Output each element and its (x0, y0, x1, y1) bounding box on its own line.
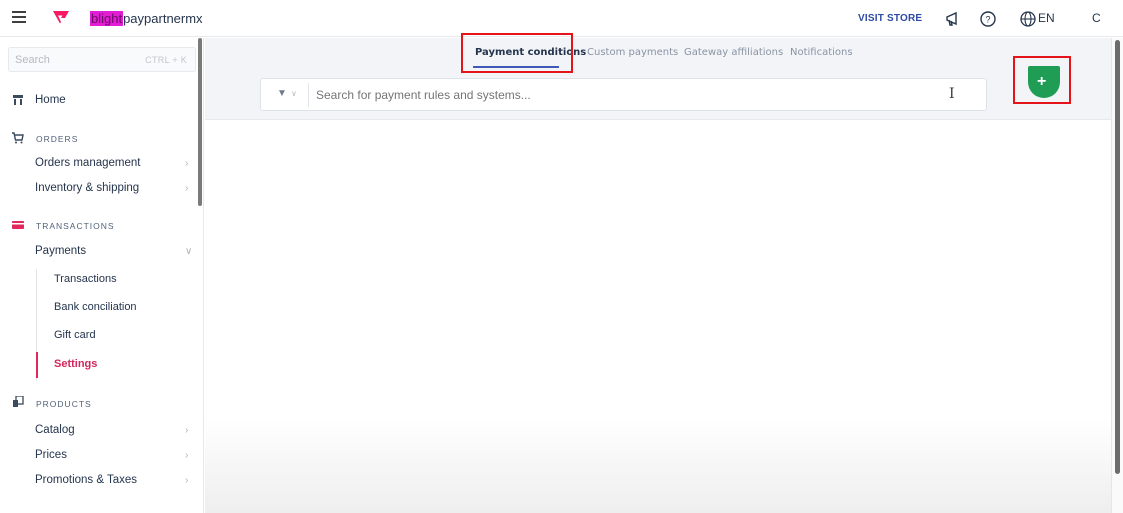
chevron-down-icon: ∨ (185, 246, 193, 257)
sidebar-subitem-gift-card[interactable]: Gift card (36, 323, 200, 349)
section-orders: ORDERS (36, 134, 79, 144)
globe-icon[interactable] (1019, 10, 1037, 28)
sidebar-subitem-transactions[interactable]: Transactions (36, 267, 200, 293)
search-shortcut: CTRL + K (145, 55, 187, 65)
search-placeholder: Search (15, 54, 50, 66)
sidebar-item-payments[interactable]: Payments ∨ (0, 241, 200, 263)
chevron-right-icon: › (185, 450, 189, 461)
tab-notifications[interactable]: Notifications (790, 47, 853, 58)
language-selector[interactable]: EN (1038, 11, 1055, 25)
account-highlight: blight (90, 11, 124, 26)
help-icon[interactable]: ? (979, 10, 997, 28)
page-scrollbar-thumb[interactable] (1115, 40, 1120, 474)
chevron-down-icon: ∨ (291, 89, 297, 98)
sidebar-item-catalog[interactable]: Catalog › (0, 420, 200, 442)
sidebar-item-inventory-shipping[interactable]: Inventory & shipping › (0, 178, 200, 200)
top-bar: blightpaypartnermx VISIT STORE ? EN C (0, 0, 1123, 37)
search-bar: ▼ ∨ (260, 78, 987, 111)
highlight-box-add (1013, 56, 1071, 104)
products-icon (13, 396, 24, 407)
text-cursor-icon: I (949, 86, 955, 102)
bottom-fade (205, 418, 1111, 513)
account-name: blightpaypartnermx (90, 11, 203, 26)
megaphone-icon[interactable] (944, 10, 962, 28)
filter-icon: ▼ (277, 88, 287, 99)
sidebar-item-label: Payments (35, 245, 87, 257)
sidebar-item-orders-management[interactable]: Orders management › (0, 153, 200, 175)
chevron-right-icon: › (185, 475, 189, 486)
payment-rules-search-input[interactable] (316, 88, 916, 102)
tab-gateway-affiliations[interactable]: Gateway affiliations (684, 47, 783, 58)
svg-text:?: ? (985, 15, 990, 25)
credit-card-icon (12, 221, 24, 229)
filter-dropdown-button[interactable]: ▼ ∨ (265, 83, 309, 107)
chevron-right-icon: › (185, 158, 189, 169)
hamburger-menu-icon[interactable] (12, 11, 26, 23)
sidebar-item-label: Prices (35, 449, 67, 461)
sidebar-subitem-label: Settings (54, 358, 98, 370)
visit-store-link[interactable]: VISIT STORE (858, 13, 922, 24)
cart-icon (12, 132, 24, 144)
tabs-header: Payment conditions Custom payments Gatew… (205, 33, 1111, 120)
sidebar-item-label: Home (35, 94, 66, 106)
sidebar-item-promotions-taxes[interactable]: Promotions & Taxes › (0, 470, 200, 492)
tab-custom-payments[interactable]: Custom payments (587, 47, 678, 58)
sidebar-subitem-bank-conciliation[interactable]: Bank conciliation (36, 295, 200, 321)
sidebar-subitem-label: Bank conciliation (54, 301, 137, 313)
chevron-right-icon: › (185, 183, 189, 194)
vtex-logo-icon (53, 11, 69, 24)
sidebar: Search CTRL + K Home ORDERS Orders manag… (0, 38, 204, 513)
user-avatar[interactable]: C (1092, 11, 1101, 25)
sidebar-subitem-label: Transactions (54, 273, 117, 285)
section-transactions: TRANSACTIONS (36, 221, 115, 231)
sidebar-subitem-label: Gift card (54, 329, 96, 341)
sidebar-item-home[interactable]: Home (0, 90, 200, 112)
sidebar-subitem-settings[interactable]: Settings (36, 352, 200, 378)
main-content: Payment conditions Custom payments Gatew… (205, 33, 1111, 513)
account-label: paypartnermx (123, 11, 203, 26)
sidebar-item-label: Orders management (35, 157, 141, 169)
store-icon (13, 95, 23, 105)
highlight-box-tab (461, 33, 573, 73)
sidebar-search-input[interactable]: Search CTRL + K (8, 47, 196, 72)
sidebar-item-label: Inventory & shipping (35, 182, 140, 194)
sidebar-item-label: Catalog (35, 424, 75, 436)
sidebar-item-prices[interactable]: Prices › (0, 445, 200, 467)
sidebar-item-label: Promotions & Taxes (35, 474, 138, 486)
page-scrollbar[interactable] (1111, 38, 1123, 513)
chevron-right-icon: › (185, 425, 189, 436)
section-products: PRODUCTS (36, 399, 92, 409)
